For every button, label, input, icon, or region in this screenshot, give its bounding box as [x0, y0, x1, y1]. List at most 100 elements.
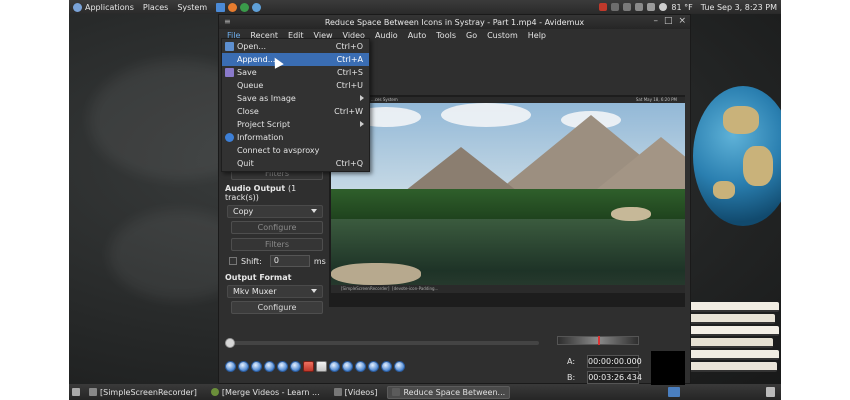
marker-b-value[interactable]: 00:03:26.434 — [587, 371, 642, 384]
menu-go[interactable]: Go — [465, 31, 478, 40]
menu-help[interactable]: Help — [527, 31, 547, 40]
volume-marker — [598, 336, 600, 345]
first-frame-icon[interactable] — [355, 361, 366, 372]
next-black-frame-icon[interactable] — [342, 361, 353, 372]
shift-unit: ms — [313, 256, 326, 266]
marker-a-value[interactable]: 00:00:00.000 — [587, 355, 642, 368]
menu-item-append[interactable]: Append... Ctrl+A — [222, 53, 369, 66]
marker-b-row: B: 00:03:26.434 — [567, 371, 642, 384]
thumbnail-preview — [651, 351, 685, 385]
record-icon[interactable] — [599, 3, 608, 11]
video-frame: ...ces System Sat May 18, 6:20 PM [Simple… — [331, 97, 685, 293]
menu-audio[interactable]: Audio — [374, 31, 399, 40]
goto-marker-a-icon[interactable] — [381, 361, 392, 372]
close-icon[interactable]: × — [678, 17, 686, 26]
globe-decoration — [693, 86, 781, 226]
task-avidemux[interactable]: Reduce Space Between... — [387, 385, 511, 399]
menu-item-information[interactable]: Information — [222, 131, 369, 144]
transport-toolbar — [225, 361, 405, 372]
window-controls: – □ × — [653, 17, 686, 26]
menu-custom[interactable]: Custom — [486, 31, 519, 40]
task-videos[interactable]: [Videos] — [330, 386, 382, 399]
books-decoration — [689, 300, 781, 384]
output-format-select[interactable]: Mkv Muxer — [227, 285, 323, 298]
info-icon — [225, 133, 234, 142]
show-desktop-icon[interactable] — [72, 388, 80, 396]
network-icon[interactable] — [611, 3, 620, 11]
output-format-title: Output Format — [225, 273, 292, 282]
menu-item-quit[interactable]: Quit Ctrl+Q — [222, 157, 369, 170]
clock[interactable]: Tue Sep 3, 8:23 PM — [701, 3, 777, 12]
next-keyframe-icon[interactable] — [290, 361, 301, 372]
shift-row: Shift: 0 ms — [229, 255, 329, 267]
seek-bar[interactable] — [225, 338, 539, 348]
stop-icon[interactable] — [238, 361, 249, 372]
marker-a-row: A: 00:00:00.000 — [567, 355, 642, 368]
trash-icon[interactable] — [766, 387, 775, 397]
video-preview: ...ces System Sat May 18, 6:20 PM [Simple… — [329, 95, 685, 307]
shift-label: Shift: — [241, 256, 262, 266]
task-simplescreenrecorder[interactable]: [SimpleScreenRecorder] — [85, 386, 201, 399]
menu-item-save-as-image[interactable]: Save as Image — [222, 92, 369, 105]
marker-b-label: B: — [567, 373, 576, 382]
left-panel: Filters Audio Output (1 track(s)) Copy C… — [223, 165, 329, 318]
audio-output-title: Audio Output (1 track(s)) — [225, 184, 297, 202]
menu-item-save[interactable]: Save Ctrl+S — [222, 66, 369, 79]
goto-marker-b-icon[interactable] — [394, 361, 405, 372]
minimize-icon[interactable]: – — [653, 17, 658, 26]
previous-frame-icon[interactable] — [251, 361, 262, 372]
places-menu[interactable]: Places — [143, 3, 168, 12]
folder-icon — [333, 388, 342, 396]
menu-tools[interactable]: Tools — [435, 31, 457, 40]
volume-icon[interactable] — [647, 3, 656, 11]
weather-text[interactable]: 81 °F — [671, 3, 692, 12]
chrome-launcher-icon[interactable] — [240, 2, 250, 12]
set-marker-b-icon[interactable] — [316, 361, 327, 372]
maximize-icon[interactable]: □ — [664, 17, 673, 26]
set-marker-a-icon[interactable] — [303, 361, 314, 372]
menu-item-connect-avsproxy[interactable]: Connect to avsproxy — [222, 144, 369, 157]
volume-meter[interactable] — [557, 336, 639, 345]
seek-thumb[interactable] — [225, 338, 235, 348]
files-launcher-icon[interactable] — [252, 2, 262, 12]
menu-item-project-script[interactable]: Project Script — [222, 118, 369, 131]
mail-icon[interactable] — [623, 3, 632, 11]
system-menu[interactable]: System — [177, 3, 207, 12]
audio-filters-button[interactable]: Filters — [231, 238, 323, 251]
menu-item-queue[interactable]: Queue Ctrl+U — [222, 79, 369, 92]
shift-checkbox[interactable] — [229, 257, 237, 265]
output-configure-button[interactable]: Configure — [231, 301, 323, 314]
audio-configure-button[interactable]: Configure — [231, 221, 323, 234]
taskbar: [SimpleScreenRecorder] [Merge Videos - L… — [69, 384, 781, 400]
window-titlebar[interactable]: ≡ Reduce Space Between Icons in Systray … — [219, 15, 690, 29]
applications-menu[interactable]: Applications — [73, 2, 134, 12]
menu-auto[interactable]: Auto — [407, 31, 428, 40]
file-menu: Open... Ctrl+O Append... Ctrl+A Save Ctrl+S… — [221, 38, 370, 172]
shift-input[interactable]: 0 — [269, 255, 310, 267]
audio-codec-select[interactable]: Copy — [227, 205, 323, 218]
menu-item-close[interactable]: Close Ctrl+W — [222, 105, 369, 118]
menu-item-open[interactable]: Open... Ctrl+O — [222, 40, 369, 53]
terminal-launcher-icon[interactable] — [216, 2, 226, 12]
chevron-down-icon — [311, 209, 317, 213]
system-tray: 81 °F Tue Sep 3, 8:23 PM — [599, 0, 777, 14]
save-icon — [225, 68, 234, 77]
video-overlay-taskbar: [SimpleScreenRecorder] [devote-icon-Padd… — [331, 285, 685, 293]
battery-icon[interactable] — [635, 3, 644, 11]
firefox-launcher-icon[interactable] — [228, 2, 238, 12]
submenu-arrow-icon — [360, 121, 364, 127]
window-title: Reduce Space Between Icons in Systray - … — [324, 17, 585, 27]
submenu-arrow-icon — [360, 95, 364, 101]
last-frame-icon[interactable] — [368, 361, 379, 372]
chevron-down-icon — [311, 289, 317, 293]
video-overlay-panel: ...ces System Sat May 18, 6:20 PM — [331, 97, 685, 103]
previous-keyframe-icon[interactable] — [277, 361, 288, 372]
previous-black-frame-icon[interactable] — [329, 361, 340, 372]
play-icon[interactable] — [225, 361, 236, 372]
window-menu-icon[interactable]: ≡ — [224, 17, 231, 26]
next-frame-icon[interactable] — [264, 361, 275, 372]
open-icon — [225, 42, 234, 51]
workspace-icon[interactable] — [668, 387, 680, 397]
task-merge-videos[interactable]: [Merge Videos - Learn ... — [207, 386, 324, 399]
top-panel: Applications Places System 81 °F Tue Sep… — [69, 0, 781, 14]
